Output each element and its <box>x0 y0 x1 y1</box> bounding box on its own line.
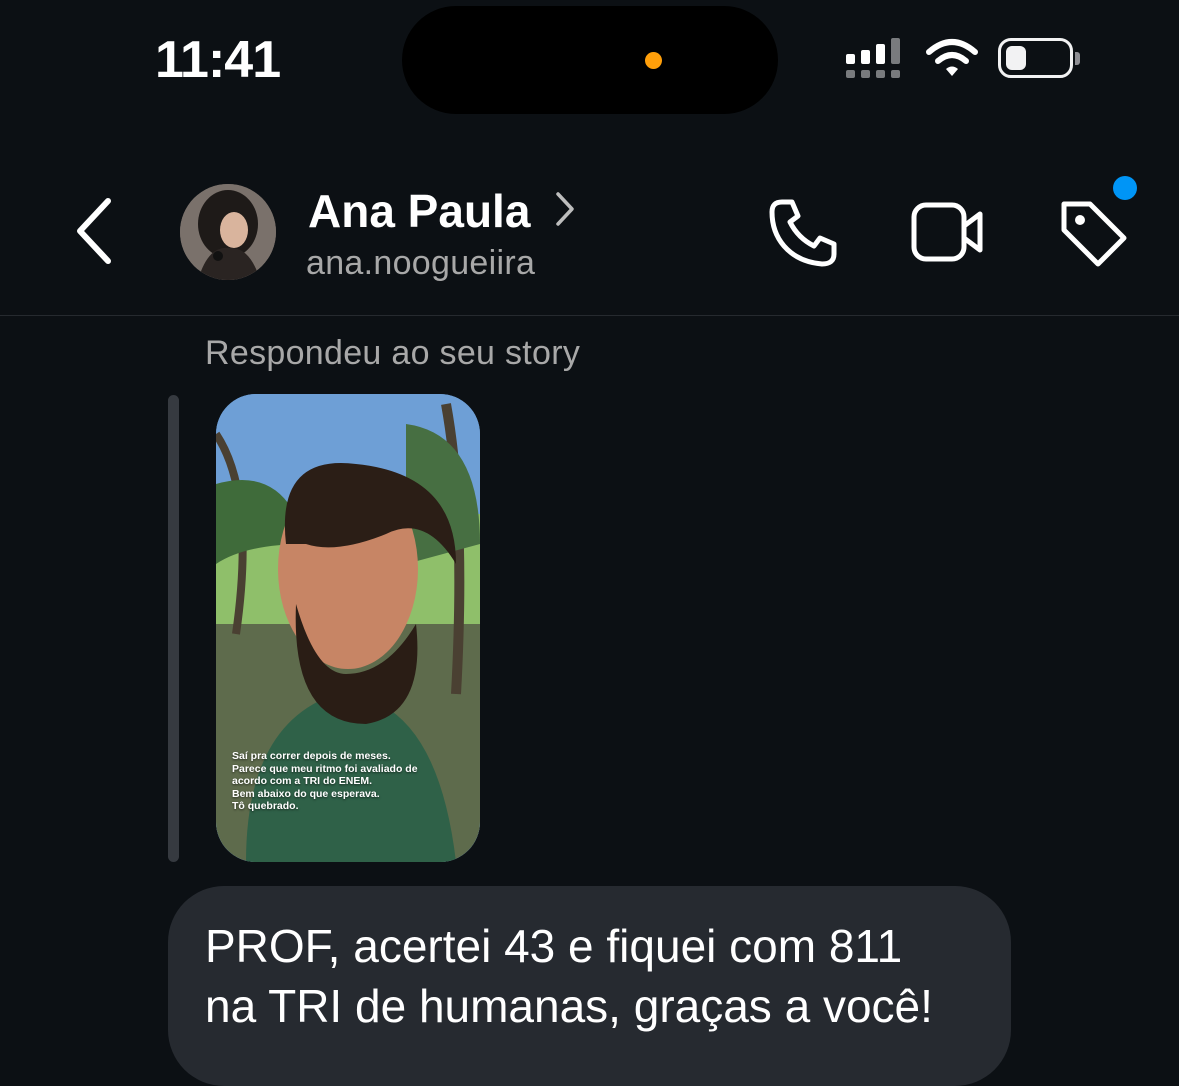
camera-indicator-dot <box>645 52 662 69</box>
video-camera-icon[interactable] <box>910 200 986 264</box>
header-divider <box>0 315 1179 316</box>
back-chevron-icon[interactable] <box>72 195 116 267</box>
wifi-icon <box>926 39 978 76</box>
story-thumbnail[interactable]: Saí pra correr depois de meses. Parece q… <box>216 394 480 862</box>
cellular-signal-icon <box>846 38 906 80</box>
phone-icon[interactable] <box>768 198 840 268</box>
message-text: PROF, acertei 43 e fiquei com 811 na TRI… <box>205 920 933 1032</box>
quote-bar <box>168 395 179 862</box>
notification-badge <box>1113 176 1137 200</box>
contact-name[interactable]: Ana Paula <box>308 184 530 238</box>
story-caption: Saí pra correr depois de meses. Parece q… <box>232 750 418 812</box>
battery-tip <box>1075 52 1080 65</box>
battery-icon <box>998 38 1073 78</box>
avatar[interactable] <box>180 184 276 280</box>
profile-chevron-icon[interactable] <box>553 190 577 228</box>
message-bubble[interactable]: PROF, acertei 43 e fiquei com 811 na TRI… <box>168 886 1011 1086</box>
story-reply-label: Respondeu ao seu story <box>205 334 581 372</box>
status-time: 11:41 <box>155 31 281 89</box>
dynamic-island <box>402 6 778 114</box>
contact-username[interactable]: ana.noogueiira <box>306 244 535 283</box>
tag-icon[interactable] <box>1056 196 1130 270</box>
